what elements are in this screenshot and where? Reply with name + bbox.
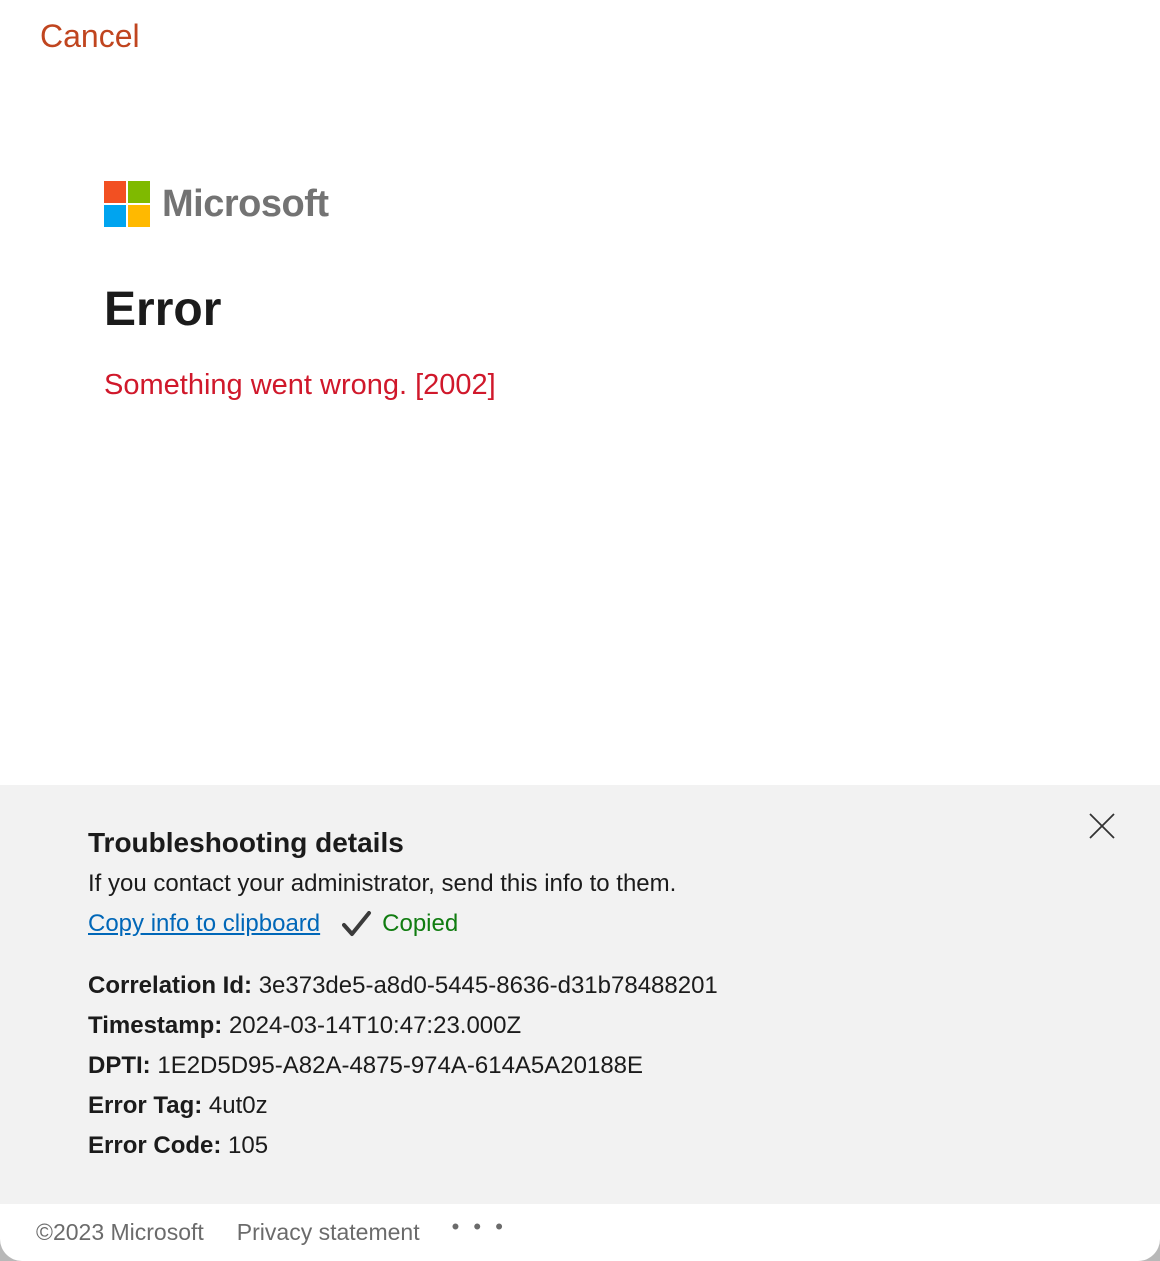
detail-value: 1E2D5D95-A82A-4875-974A-614A5A20188E	[157, 1052, 644, 1079]
close-icon	[1089, 813, 1115, 839]
checkmark-icon	[342, 911, 372, 936]
close-troubleshooting-button[interactable]	[1088, 812, 1116, 840]
copied-status: Copied	[382, 910, 459, 937]
logo-square-green	[128, 181, 150, 203]
privacy-statement-link[interactable]: Privacy statement	[237, 1219, 420, 1246]
microsoft-wordmark: Microsoft	[162, 182, 329, 225]
page-title: Error	[104, 283, 222, 336]
detail-timestamp: Timestamp: 2024-03-14T10:47:23.000Z	[88, 1010, 718, 1050]
footer: ©2023 Microsoft Privacy statement • • •	[36, 1214, 507, 1246]
detail-value: 2024-03-14T10:47:23.000Z	[228, 1012, 522, 1039]
logo-square-red	[104, 181, 126, 203]
sign-in-error-window: Cancel Microsoft Error Something went wr…	[0, 0, 1160, 1261]
detail-label: DPTI:	[88, 1052, 151, 1079]
more-options-button[interactable]: • • •	[452, 1214, 507, 1240]
logo-square-blue	[104, 205, 126, 227]
detail-label: Timestamp:	[88, 1012, 223, 1039]
detail-dpti: DPTI: 1E2D5D95-A82A-4875-974A-614A5A2018…	[88, 1050, 718, 1090]
detail-label: Error Code:	[88, 1132, 222, 1159]
microsoft-logo: Microsoft	[104, 181, 329, 227]
troubleshooting-title: Troubleshooting details	[88, 827, 404, 858]
logo-square-yellow	[128, 205, 150, 227]
error-message: Something went wrong. [2002]	[104, 369, 496, 401]
troubleshooting-description: If you contact your administrator, send …	[88, 870, 677, 897]
microsoft-four-squares-icon	[104, 181, 150, 227]
detail-value: 105	[228, 1132, 269, 1159]
detail-correlation-id: Correlation Id: 3e373de5-a8d0-5445-8636-…	[88, 970, 718, 1010]
detail-error-tag: Error Tag: 4ut0z	[88, 1090, 718, 1130]
detail-value: 3e373de5-a8d0-5445-8636-d31b78488201	[258, 972, 718, 999]
copyright-text: ©2023 Microsoft	[36, 1219, 204, 1245]
copy-row: Copy info to clipboard Copied	[88, 910, 458, 938]
cancel-button[interactable]: Cancel	[40, 18, 140, 55]
troubleshooting-details-list: Correlation Id: 3e373de5-a8d0-5445-8636-…	[88, 970, 718, 1170]
detail-error-code: Error Code: 105	[88, 1130, 718, 1170]
detail-label: Error Tag:	[88, 1092, 203, 1119]
detail-value: 4ut0z	[208, 1092, 268, 1119]
detail-label: Correlation Id:	[88, 972, 253, 999]
copy-info-link[interactable]: Copy info to clipboard	[88, 910, 320, 938]
